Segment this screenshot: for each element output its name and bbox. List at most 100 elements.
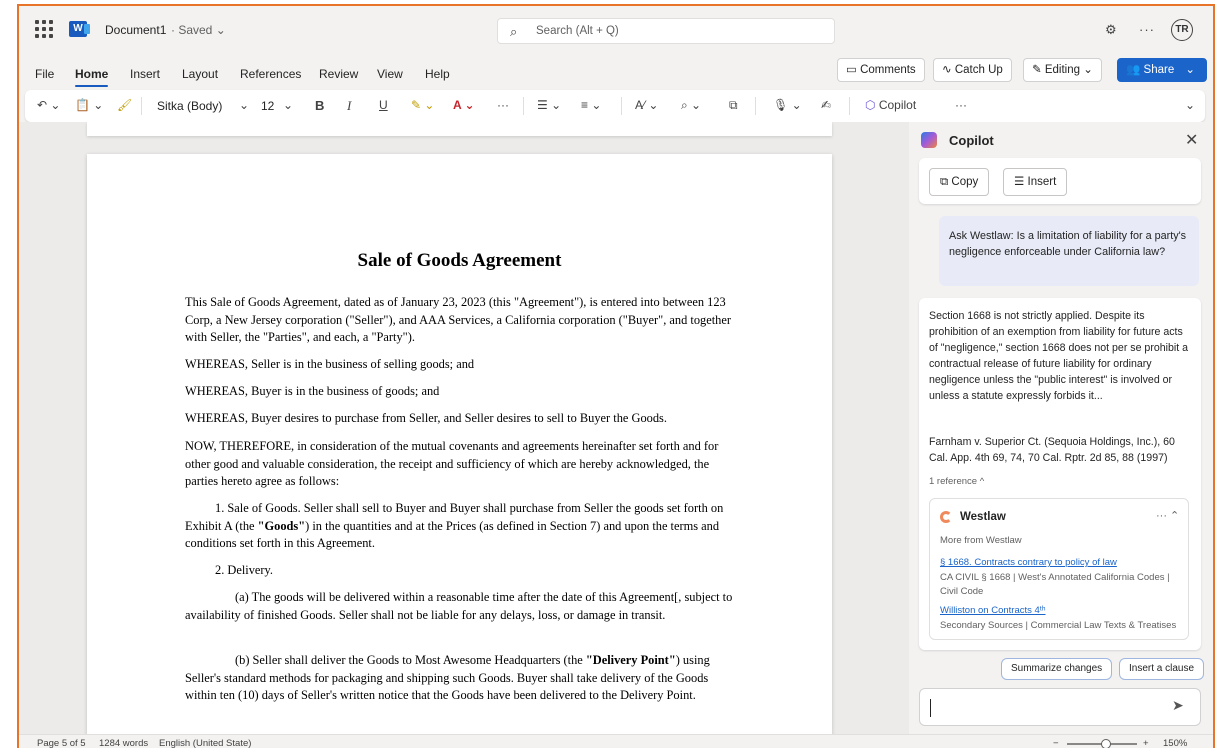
search-input[interactable]: ⌕ Search (Alt + Q) xyxy=(497,18,835,44)
gear-icon[interactable]: ⚙ xyxy=(1105,22,1117,38)
answer-citation: Farnham v. Superior Ct. (Sequoia Holding… xyxy=(929,436,1175,464)
tab-layout[interactable]: Layout xyxy=(182,67,218,81)
tab-insert[interactable]: Insert xyxy=(130,67,160,81)
paragraph[interactable]: WHEREAS, Buyer desires to purchase from … xyxy=(185,410,737,428)
document-canvas[interactable]: Sale of Goods Agreement This Sale of Goo… xyxy=(19,122,909,734)
copy-icon: ⧉ xyxy=(940,176,949,188)
copy-button[interactable]: ⧉ Copy xyxy=(929,168,990,196)
pencil-icon: ✎ xyxy=(1032,64,1042,76)
app-launcher-icon[interactable] xyxy=(35,20,53,38)
insert-button[interactable]: ☰ Insert xyxy=(1003,168,1068,196)
catch-up-label: Catch Up xyxy=(954,64,1003,76)
copilot-ribbon-button[interactable]: ⬡ Copilot xyxy=(865,98,916,112)
chevron-down-icon[interactable]: ⌄ xyxy=(283,98,293,112)
reference-link-1668[interactable]: § 1668. Contracts contrary to policy of … xyxy=(940,557,1117,568)
more-options-icon[interactable]: ··· ⌃ xyxy=(1156,509,1179,522)
chevron-down-icon[interactable]: ⌄ xyxy=(1185,98,1195,112)
chevron-down-icon[interactable]: ⌄ xyxy=(239,98,249,112)
font-size-select[interactable]: 12 xyxy=(261,95,274,117)
editing-mode-button[interactable]: ✎ Editing ⌄ xyxy=(1023,58,1102,82)
ribbon-divider xyxy=(523,97,524,115)
status-bar: Page 5 of 5 1284 words English (United S… xyxy=(19,734,1213,748)
answer-text: Section 1668 is not strictly applied. De… xyxy=(929,310,1189,402)
copilot-prompt-input[interactable]: ➤ xyxy=(919,688,1201,726)
tab-home[interactable]: Home xyxy=(75,67,109,87)
summarize-changes-button[interactable]: Summarize changes xyxy=(1001,658,1113,680)
font-color-icon[interactable]: A ⌄ xyxy=(453,98,475,112)
tab-view[interactable]: View xyxy=(377,67,403,81)
defined-term: "Delivery Point" xyxy=(585,653,676,667)
comments-button[interactable]: ▭ Comments xyxy=(837,58,925,82)
more-options-icon[interactable]: ··· xyxy=(1139,22,1155,37)
layout-options-icon[interactable]: ⧉ xyxy=(729,98,738,113)
text-caret xyxy=(930,699,931,717)
westlaw-logo-icon xyxy=(940,511,952,523)
word-count[interactable]: 1284 words xyxy=(99,738,148,748)
tab-file[interactable]: File xyxy=(35,67,54,81)
undo-icon[interactable]: ↶ ⌄ xyxy=(37,98,60,112)
paragraph[interactable]: (b) Seller shall deliver the Goods to Mo… xyxy=(185,652,737,705)
paragraph[interactable]: 1. Sale of Goods. Seller shall sell to B… xyxy=(185,500,737,553)
zoom-level[interactable]: 150% xyxy=(1163,738,1187,748)
paste-icon[interactable]: 📋 ⌄ xyxy=(75,98,103,112)
tab-help[interactable]: Help xyxy=(425,67,450,81)
close-icon[interactable]: ✕ xyxy=(1185,130,1198,150)
paragraph[interactable]: NOW, THEREFORE, in consideration of the … xyxy=(185,438,737,491)
more-options-icon[interactable]: ··· xyxy=(955,98,967,112)
search-icon: ⌕ xyxy=(510,24,518,39)
tab-review[interactable]: Review xyxy=(319,67,358,81)
copilot-title: Copilot xyxy=(949,133,994,148)
saved-status[interactable]: · Saved ⌄ xyxy=(171,23,226,37)
copy-label: Copy xyxy=(951,176,979,188)
document-title[interactable]: Sale of Goods Agreement xyxy=(87,250,832,272)
share-button[interactable]: 👥 Share ⌄ xyxy=(1117,58,1207,82)
previous-page xyxy=(87,122,832,136)
font-name-select[interactable]: Sitka (Body) xyxy=(157,95,222,117)
ribbon-divider xyxy=(141,97,142,115)
send-icon[interactable]: ➤ xyxy=(1172,697,1184,714)
underline-icon[interactable]: U xyxy=(379,98,388,112)
zoom-out-icon[interactable]: − xyxy=(1053,738,1059,748)
align-icon[interactable]: ≡ ⌄ xyxy=(581,98,601,112)
styles-icon[interactable]: A⁄ ⌄ xyxy=(635,98,658,112)
references-toggle[interactable]: 1 reference ^ xyxy=(929,476,984,487)
document-page[interactable]: Sale of Goods Agreement This Sale of Goo… xyxy=(87,154,832,734)
chevron-down-icon: ⌄ xyxy=(1083,64,1093,76)
paragraph[interactable]: (a) The goods will be delivered within a… xyxy=(185,589,737,624)
pulse-icon: ∿ xyxy=(942,64,952,76)
page-count[interactable]: Page 5 of 5 xyxy=(37,738,86,748)
reference-source-williston: Secondary Sources | Commercial Law Texts… xyxy=(940,620,1177,631)
insert-icon: ☰ xyxy=(1014,176,1025,188)
title-bar: W Document1 · Saved ⌄ ⌕ Search (Alt + Q)… xyxy=(19,6,1213,52)
paragraph[interactable]: WHEREAS, Seller is in the business of se… xyxy=(185,356,737,374)
defined-term: "Goods" xyxy=(257,518,306,533)
highlight-icon[interactable]: ✎ ⌄ xyxy=(411,98,434,112)
search-placeholder: Search (Alt + Q) xyxy=(536,25,619,37)
comment-icon: ▭ xyxy=(846,64,857,76)
bullets-icon[interactable]: ☰ ⌄ xyxy=(537,98,561,112)
format-painter-icon[interactable]: 🖌 xyxy=(117,98,132,112)
copilot-header: Copilot ✕ xyxy=(909,122,1213,158)
italic-icon[interactable]: I xyxy=(347,98,351,114)
tab-references[interactable]: References xyxy=(240,67,301,81)
zoom-in-icon[interactable]: + xyxy=(1143,738,1149,748)
reference-source-1668: CA CIVIL § 1668 | West's Annotated Calif… xyxy=(940,572,1170,597)
document-name[interactable]: Document1 xyxy=(105,23,166,37)
dictate-icon[interactable]: 🎙 ⌄ xyxy=(773,98,802,112)
previous-response-card: ⧉ Copy ☰ Insert xyxy=(919,158,1201,204)
catch-up-button[interactable]: ∿ Catch Up xyxy=(933,58,1012,82)
avatar[interactable]: TR xyxy=(1171,19,1193,41)
paragraph[interactable]: 2. Delivery. xyxy=(185,562,737,580)
paragraph[interactable]: WHEREAS, Buyer is in the business of goo… xyxy=(185,383,737,401)
language-indicator[interactable]: English (United State) xyxy=(159,738,251,748)
zoom-slider-thumb[interactable] xyxy=(1101,739,1111,748)
bold-icon[interactable]: B xyxy=(315,98,324,113)
copilot-icon: ⬡ xyxy=(865,98,876,112)
editor-icon[interactable]: ✍ xyxy=(821,98,831,112)
copilot-pane: Copilot ✕ ⧉ Copy ☰ Insert Ask Westlaw: I… xyxy=(909,122,1213,734)
insert-clause-button[interactable]: Insert a clause xyxy=(1119,658,1205,680)
more-format-icon[interactable]: ··· xyxy=(497,98,509,112)
reference-link-williston[interactable]: Williston on Contracts 4ᵗʰ xyxy=(940,605,1046,616)
paragraph[interactable]: This Sale of Goods Agreement, dated as o… xyxy=(185,294,737,347)
find-icon[interactable]: ⌕ ⌄ xyxy=(681,98,701,113)
